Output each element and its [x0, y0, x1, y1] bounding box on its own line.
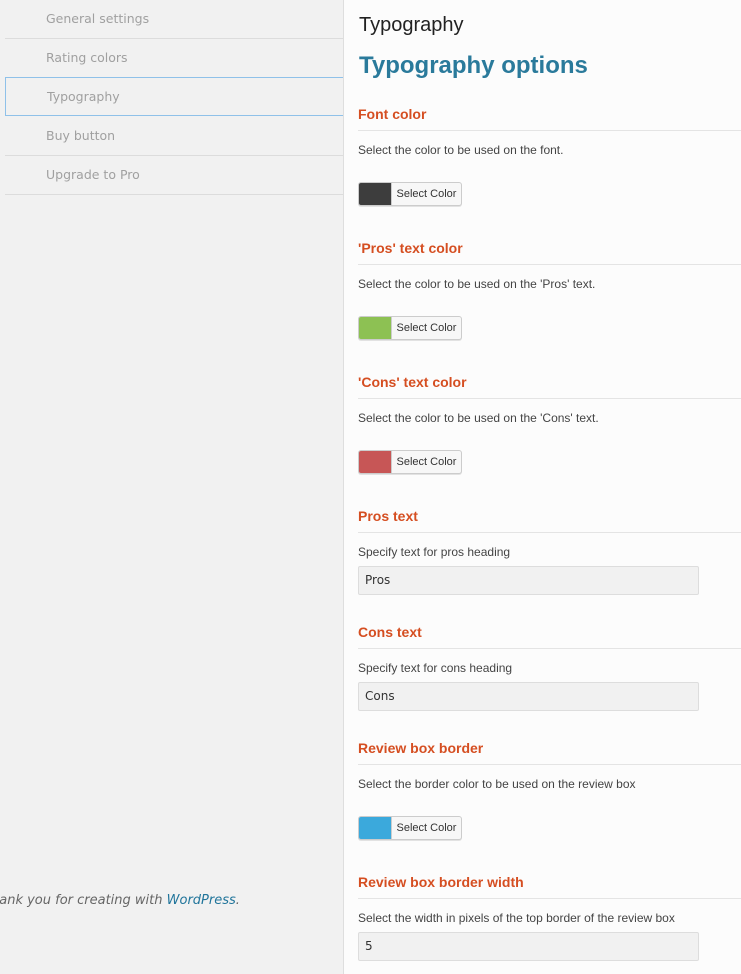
font-color-picker-button[interactable]: Select Color: [358, 182, 462, 206]
cons-text-description: Specify text for cons heading: [358, 661, 513, 675]
divider: [358, 130, 741, 131]
divider: [358, 764, 741, 765]
select-color-label: Select Color: [391, 317, 461, 339]
sidebar-item-rating-colors[interactable]: Rating colors: [5, 39, 344, 78]
admin-footer-text: hank you for creating with WordPress.: [0, 893, 240, 908]
color-swatch: [359, 451, 391, 473]
sidebar-item-typography[interactable]: Typography: [5, 77, 344, 116]
review-border-width-input[interactable]: 5: [358, 932, 699, 961]
settings-sidebar: General settings Rating colors Typograph…: [0, 0, 344, 974]
select-color-label: Select Color: [391, 817, 461, 839]
cons-color-picker-button[interactable]: Select Color: [358, 450, 462, 474]
pros-text-description: Specify text for pros heading: [358, 545, 511, 559]
pros-color-picker-button[interactable]: Select Color: [358, 316, 462, 340]
color-swatch: [359, 317, 391, 339]
color-swatch: [359, 817, 391, 839]
color-swatch: [359, 183, 391, 205]
pros-color-description: Select the color to be used on the 'Pros…: [358, 277, 596, 291]
review-border-description: Select the border color to be used on th…: [358, 777, 636, 791]
pros-text-input[interactable]: Pros: [358, 566, 699, 595]
cons-color-description: Select the color to be used on the 'Cons…: [358, 411, 599, 425]
select-color-label: Select Color: [391, 451, 461, 473]
divider: [358, 898, 741, 899]
wordpress-link[interactable]: WordPress: [167, 893, 236, 908]
page-title: Typography: [359, 14, 464, 36]
review-border-label: Review box border: [358, 740, 484, 756]
divider: [358, 398, 741, 399]
sidebar-item-general-settings[interactable]: General settings: [5, 0, 344, 39]
divider: [358, 532, 741, 533]
options-panel: Typography Typography options Font color…: [344, 0, 741, 974]
cons-text-input[interactable]: Cons: [358, 682, 699, 711]
select-color-label: Select Color: [391, 183, 461, 205]
sidebar-item-upgrade-to-pro[interactable]: Upgrade to Pro: [5, 156, 344, 195]
review-border-width-label: Review box border width: [358, 874, 524, 890]
pros-color-label: 'Pros' text color: [358, 240, 463, 256]
pros-text-label: Pros text: [358, 508, 418, 524]
footer-thanks-text: hank you for creating with: [0, 893, 167, 908]
section-title: Typography options: [359, 52, 588, 79]
sidebar-item-buy-button[interactable]: Buy button: [5, 117, 344, 156]
divider: [358, 648, 741, 649]
font-color-label: Font color: [358, 106, 427, 122]
cons-color-label: 'Cons' text color: [358, 374, 467, 390]
divider: [358, 264, 741, 265]
review-border-width-description: Select the width in pixels of the top bo…: [358, 911, 675, 925]
font-color-description: Select the color to be used on the font.: [358, 143, 564, 157]
review-border-color-picker-button[interactable]: Select Color: [358, 816, 462, 840]
footer-suffix: .: [235, 893, 240, 908]
cons-text-label: Cons text: [358, 624, 422, 640]
